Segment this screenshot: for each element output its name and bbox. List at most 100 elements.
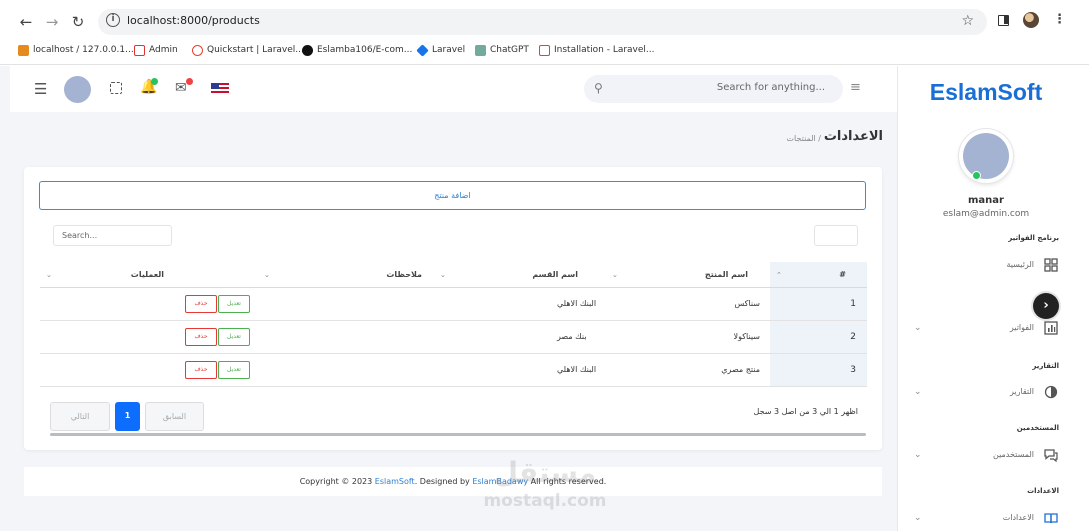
footer-brand-link[interactable]: EslamSoft xyxy=(375,477,415,486)
dashboard-icon xyxy=(1044,258,1058,272)
fullscreen-icon[interactable] xyxy=(110,82,122,94)
pagination-page-1[interactable]: 1 xyxy=(115,402,140,431)
column-header-actions[interactable]: ⌄ العمليات xyxy=(40,262,258,288)
back-arrow-icon[interactable]: ← xyxy=(17,13,35,31)
sidebar-item-label: الفواتير xyxy=(1009,323,1034,332)
browser-menu-icon[interactable]: ⋮ xyxy=(1053,12,1066,27)
chevron-down-icon: ⌄ xyxy=(914,387,922,397)
edit-button[interactable]: تعديل xyxy=(218,294,250,313)
column-header-label: العمليات xyxy=(130,269,164,279)
watermark-latin: mostaql.com xyxy=(483,491,607,511)
footer-text: Copyright © 2023 xyxy=(299,477,375,486)
chevron-down-icon: ⌄ xyxy=(914,323,922,333)
bookmark-item[interactable]: Admin xyxy=(134,43,178,57)
side-panel-icon[interactable] xyxy=(998,15,1009,26)
app-root: ☰ 🔔 ✉ ⚲ Search for anything... ≡ الاعداد… xyxy=(0,66,1089,531)
us-flag-icon[interactable] xyxy=(211,83,229,95)
admin-icon xyxy=(134,44,145,56)
sort-icon: ⌃ xyxy=(776,271,782,279)
breadcrumb[interactable]: / المنتجات xyxy=(787,134,821,143)
column-header-label: # xyxy=(839,269,846,279)
horizontal-scrollbar[interactable] xyxy=(50,433,866,436)
notes-cell xyxy=(258,287,434,321)
global-search[interactable]: ⚲ Search for anything... xyxy=(584,75,843,103)
sort-icon: ⌄ xyxy=(46,271,52,279)
mail-badge xyxy=(186,78,193,85)
reload-icon[interactable]: ↻ xyxy=(69,13,87,31)
brand-logo[interactable]: EslamSoft xyxy=(898,79,1074,106)
edit-button[interactable]: تعديل xyxy=(218,327,250,346)
chevron-down-icon: ⌄ xyxy=(914,450,922,460)
department-cell: البنك الاهلي xyxy=(434,353,606,387)
bookmark-label: localhost / 127.0.0.1... xyxy=(33,45,134,55)
column-header-label: ملاحظات xyxy=(386,269,422,279)
actions-cell: حذف تعديل xyxy=(40,287,258,321)
column-header-department[interactable]: ⌄ اسم القسم xyxy=(434,262,606,288)
user-email: eslam@admin.com xyxy=(942,209,1030,219)
align-right-menu-icon[interactable]: ≡ xyxy=(850,80,861,95)
column-header-num[interactable]: ⌃ # xyxy=(770,262,867,288)
table-header-row: ⌄ العمليات ⌄ ملاحظات ⌄ اسم القسم ⌄ اسم المنت… xyxy=(40,262,867,288)
sidebar-item-reports[interactable]: ⌄ التقارير xyxy=(912,385,1058,401)
bookmark-item[interactable]: Installation - Laravel... xyxy=(539,43,655,57)
browser-chrome: ← → ↻ i localhost:8000/products ☆ ⋮ loca… xyxy=(0,0,1089,65)
github-icon xyxy=(302,44,313,56)
bookmark-star-icon[interactable]: ☆ xyxy=(961,13,974,29)
sort-icon: ⌄ xyxy=(264,271,270,279)
products-table: ⌄ العمليات ⌄ ملاحظات ⌄ اسم القسم ⌄ اسم المنت… xyxy=(40,262,867,387)
bookmark-item[interactable]: localhost / 127.0.0.1... xyxy=(18,43,134,57)
sidebar-item-label: المستخدمين xyxy=(993,450,1034,459)
watermark: مستقل mostaql.com xyxy=(475,456,615,521)
sidebar-item-invoices[interactable]: ⌄ الفواتير xyxy=(912,321,1058,337)
bookmark-label: ChatGPT xyxy=(490,45,529,55)
user-avatar[interactable] xyxy=(64,76,91,103)
global-search-input[interactable]: Search for anything... xyxy=(717,82,825,93)
address-url[interactable]: localhost:8000/products xyxy=(127,14,260,27)
delete-button[interactable]: حذف xyxy=(185,327,217,346)
sidebar-item-settings[interactable]: ⌄ الاعدادات xyxy=(912,511,1058,527)
avatar-image xyxy=(963,133,1009,179)
sidebar-item-users[interactable]: ⌄ المستخدمين xyxy=(912,448,1058,464)
column-header-label: اسم القسم xyxy=(532,269,578,279)
edit-button[interactable]: تعديل xyxy=(218,360,250,379)
bookmark-item[interactable]: ChatGPT xyxy=(475,43,529,57)
pagination-next-button[interactable]: التالي xyxy=(50,402,110,431)
chart-bar-icon xyxy=(1044,321,1058,335)
bookmark-label: Admin xyxy=(149,45,178,55)
column-header-notes[interactable]: ⌄ ملاحظات xyxy=(258,262,434,288)
bookmark-item[interactable]: Laravel xyxy=(416,43,466,57)
chatgpt-icon xyxy=(475,44,486,56)
forward-arrow-icon[interactable]: → xyxy=(43,13,61,31)
table-search-input[interactable]: Search... xyxy=(53,225,172,246)
page-footer: Copyright © 2023 EslamSoft. Designed by … xyxy=(24,467,882,496)
column-header-label: اسم المنتج xyxy=(704,269,748,279)
address-bar[interactable]: i localhost:8000/products ☆ xyxy=(98,9,987,35)
site-info-icon[interactable]: i xyxy=(106,13,120,27)
delete-button[interactable]: حذف xyxy=(185,294,217,313)
phpmyadmin-icon xyxy=(18,44,29,56)
online-status-icon xyxy=(972,171,981,180)
page-title: الاعدادات xyxy=(823,129,883,144)
department-cell: بنك مصر xyxy=(434,320,606,354)
chevron-down-icon: ⌄ xyxy=(914,513,922,523)
laravel-diamond-icon xyxy=(416,43,429,57)
sidebar-item-home[interactable]: الرئيسية xyxy=(912,258,1058,274)
delete-button[interactable]: حذف xyxy=(185,360,217,379)
products-card: اضافة منتج Search... ⌄ العمليات ⌄ ملاحظات … xyxy=(24,167,882,450)
chevron-right-icon[interactable]: › xyxy=(1033,293,1059,319)
sidebar-section-title: التقارير xyxy=(1032,362,1059,370)
notification-badge xyxy=(151,78,158,85)
hamburger-menu-icon[interactable]: ☰ xyxy=(34,80,47,98)
pagination-prev-button[interactable]: السابق xyxy=(145,402,204,431)
row-number-cell: 1 xyxy=(770,287,867,321)
page-length-select[interactable] xyxy=(814,225,858,246)
row-number-cell: 3 xyxy=(770,353,867,387)
bookmark-item[interactable]: Quickstart | Laravel... xyxy=(192,43,304,57)
profile-avatar[interactable] xyxy=(1023,12,1039,28)
mail-icon[interactable]: ✉ xyxy=(175,80,187,96)
add-product-button[interactable]: اضافة منتج xyxy=(39,181,866,210)
column-header-product-name[interactable]: ⌄ اسم المنتج xyxy=(606,262,770,288)
sort-icon: ⌄ xyxy=(612,271,618,279)
bookmark-label: Laravel xyxy=(432,45,466,55)
bookmark-item[interactable]: Eslamba106/E-com... xyxy=(302,43,412,57)
